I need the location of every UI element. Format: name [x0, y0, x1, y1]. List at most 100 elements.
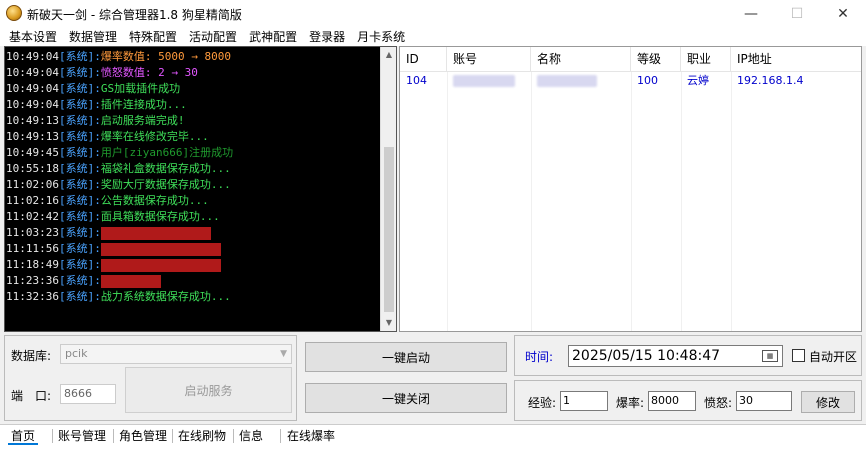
log-message: 公告数据保存成功... [100, 194, 209, 207]
log-scroll-thumb[interactable] [384, 147, 394, 312]
scroll-down-icon[interactable]: ▼ [381, 315, 396, 331]
db-label: 数据库: [11, 349, 52, 363]
app-logo-icon [6, 5, 22, 21]
log-line: 10:49:13[系统]:启动服务端完成! [6, 113, 380, 129]
log-line: 10:49:04[系统]:愤怒数值: 2 → 30 [6, 65, 380, 81]
log-time: 10:49:04 [6, 98, 59, 111]
log-time: 10:49:04 [6, 50, 59, 63]
table-header: ID 账号 名称 等级 职业 IP地址 [400, 47, 861, 72]
menu-data-management[interactable]: 数据管理 [63, 28, 123, 46]
redacted-message [100, 242, 221, 256]
scroll-up-icon[interactable]: ▲ [381, 47, 396, 63]
col-account[interactable]: 账号 [447, 47, 531, 72]
log-time: 11:02:16 [6, 194, 59, 207]
table-row[interactable]: 104 100 云婷 192.168.1.4 [400, 72, 861, 89]
time-group: 时间: 2025/05/15 10:48:47 ▦ 自动开区 [514, 335, 862, 376]
log-message: 战力系统数据保存成功... [100, 290, 231, 303]
log-message: 奖励大厅数据保存成功... [100, 178, 231, 191]
server-group: 数据库: pcik ▼ 端 口: 8666 启动服务 [4, 335, 297, 421]
menu-basic-settings[interactable]: 基本设置 [0, 28, 63, 46]
log-time: 11:11:56 [6, 242, 59, 255]
col-id[interactable]: ID [400, 47, 447, 72]
log-time: 11:18:49 [6, 258, 59, 271]
redacted-account [453, 75, 515, 87]
log-time: 11:02:42 [6, 210, 59, 223]
cell-job: 云婷 [687, 74, 709, 87]
log-line: 10:49:04[系统]:GS加载插件成功 [6, 81, 380, 97]
tab-info[interactable]: 信息 [236, 427, 266, 445]
port-input[interactable]: 8666 [60, 384, 116, 404]
rates-group: 经验: 1 爆率: 8000 愤怒: 30 修改 [514, 380, 862, 421]
log-system-tag: [系统]: [58, 242, 101, 255]
log-time: 10:49:13 [6, 114, 59, 127]
redacted-name [537, 75, 597, 87]
exp-label: 经验: [528, 396, 557, 410]
log-system-tag: [系统]: [58, 82, 101, 95]
rage-label: 愤怒: [704, 396, 733, 410]
calendar-icon[interactable]: ▦ [762, 350, 778, 362]
main-window: 新破天一剑 - 综合管理器1.8 狗星精简版 — ☐ ✕ 基本设置 数据管理 特… [0, 0, 866, 451]
log-system-tag: [系统]: [58, 146, 101, 159]
log-line: 11:02:16[系统]:公告数据保存成功... [6, 193, 380, 209]
system-log-panel[interactable]: 10:49:04[系统]:爆率数值: 5000 → 8000 10:49:04[系… [4, 46, 397, 332]
log-line: 10:49:04[系统]:爆率数值: 5000 → 8000 [6, 49, 380, 65]
redacted-message [100, 258, 221, 272]
datetime-value: 2025/05/15 10:48:47 [572, 348, 721, 364]
tab-account-management[interactable]: 账号管理 [55, 427, 109, 445]
log-system-tag: [系统]: [58, 258, 101, 271]
rage-input[interactable]: 30 [736, 391, 792, 411]
minimize-button[interactable]: — [728, 0, 774, 28]
menu-activity-config[interactable]: 活动配置 [183, 28, 243, 46]
log-message: 爆率在线修改完毕... [100, 130, 209, 143]
log-line: 11:03:23[系统]: [6, 225, 380, 241]
datetime-picker[interactable]: 2025/05/15 10:48:47 ▦ [568, 345, 783, 367]
log-message: 爆率数值: 5000 → 8000 [100, 50, 231, 63]
log-line: 11:18:49[系统]: [6, 257, 380, 273]
menu-monthly-card[interactable]: 月卡系统 [351, 28, 411, 46]
log-time: 10:49:45 [6, 146, 59, 159]
log-time: 10:55:18 [6, 162, 59, 175]
auto-open-checkbox[interactable] [792, 349, 805, 362]
cell-ip: 192.168.1.4 [737, 74, 804, 87]
col-level[interactable]: 等级 [631, 47, 681, 72]
tab-online-items[interactable]: 在线刷物 [175, 427, 229, 445]
log-message: 愤怒数值: 2 → 30 [100, 66, 198, 79]
tab-online-drop-rate[interactable]: 在线爆率 [284, 427, 338, 445]
close-button[interactable]: ✕ [820, 0, 866, 28]
cell-name [531, 72, 597, 89]
drop-rate-input[interactable]: 8000 [648, 391, 696, 411]
start-service-button[interactable]: 启动服务 [125, 367, 292, 413]
log-system-tag: [系统]: [58, 274, 101, 287]
log-line: 11:11:56[系统]: [6, 241, 380, 257]
exp-input[interactable]: 1 [560, 391, 608, 411]
player-table[interactable]: ID 账号 名称 等级 职业 IP地址 104 100 云婷 192.168.1… [399, 46, 862, 332]
tab-home[interactable]: 首页 [8, 427, 39, 445]
log-line: 11:23:36[系统]: [6, 273, 380, 289]
menu-bar: 基本设置 数据管理 特殊配置 活动配置 武神配置 登录器 月卡系统 [0, 28, 866, 46]
modify-button[interactable]: 修改 [801, 391, 855, 413]
log-line: 10:55:18[系统]:福袋礼盒数据保存成功... [6, 161, 380, 177]
menu-special-config[interactable]: 特殊配置 [123, 28, 183, 46]
one-key-close-button[interactable]: 一键关闭 [305, 383, 507, 413]
db-select-value: pcik [65, 347, 88, 360]
one-key-start-button[interactable]: 一键启动 [305, 342, 507, 372]
redacted-message [100, 274, 161, 288]
log-system-tag: [系统]: [58, 66, 101, 79]
log-system-tag: [系统]: [58, 210, 101, 223]
db-select[interactable]: pcik ▼ [60, 344, 292, 364]
maximize-button[interactable]: ☐ [774, 0, 820, 28]
log-message: 福袋礼盒数据保存成功... [100, 162, 231, 175]
log-scrollbar[interactable]: ▲ ▼ [380, 47, 396, 331]
menu-launcher[interactable]: 登录器 [303, 28, 351, 46]
time-label: 时间: [525, 350, 554, 364]
log-line: 11:02:42[系统]:面具箱数据保存成功... [6, 209, 380, 225]
col-job[interactable]: 职业 [681, 47, 731, 72]
port-label: 端 口: [11, 389, 52, 403]
tab-role-management[interactable]: 角色管理 [116, 427, 170, 445]
menu-wushen-config[interactable]: 武神配置 [243, 28, 303, 46]
log-message: 面具箱数据保存成功... [100, 210, 220, 223]
col-ip[interactable]: IP地址 [731, 47, 861, 72]
log-line: 10:49:45[系统]:用户[ziyan666]注册成功 [6, 145, 380, 161]
col-name[interactable]: 名称 [531, 47, 631, 72]
chevron-down-icon: ▼ [280, 349, 287, 359]
